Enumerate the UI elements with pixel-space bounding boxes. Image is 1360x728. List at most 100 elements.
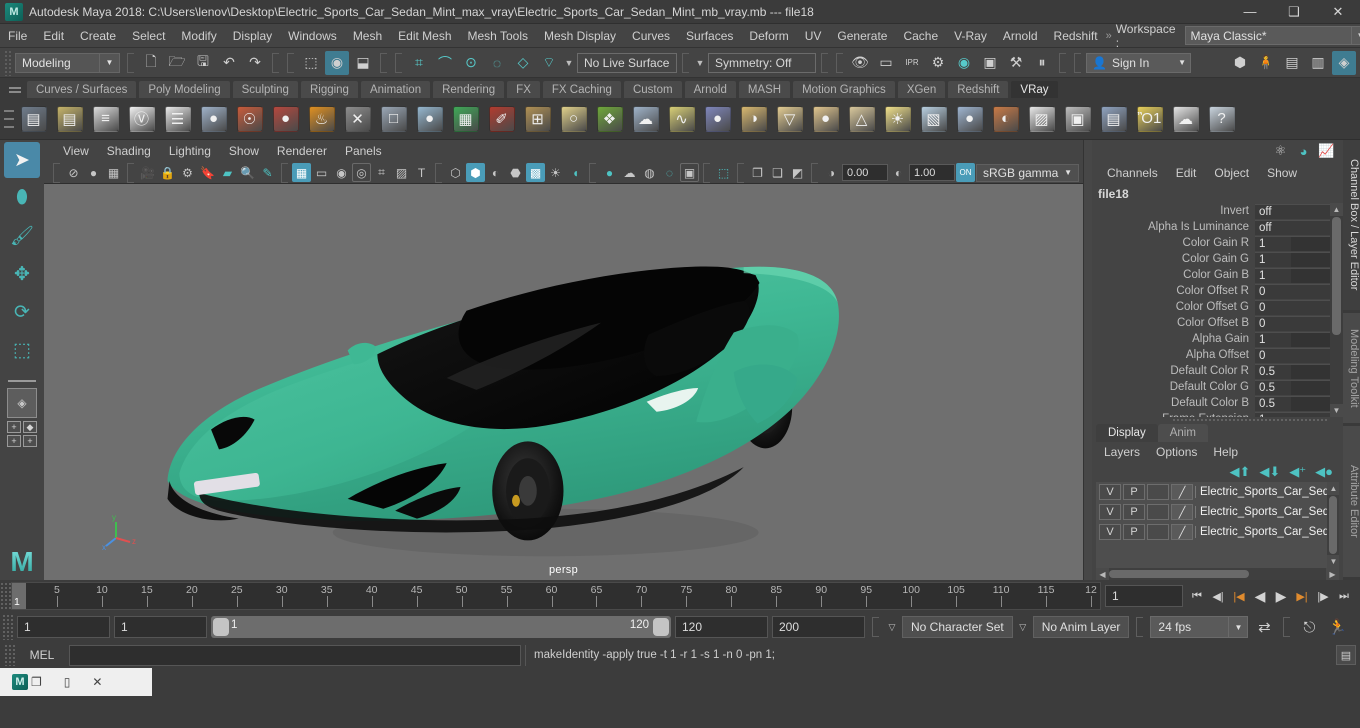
playback-speed-dropdown[interactable]: 24 fps ▼ — [1150, 616, 1248, 638]
scroll-up-icon[interactable]: ▲ — [1330, 203, 1343, 216]
menu-cache[interactable]: Cache — [895, 24, 946, 48]
playback-end-time-field[interactable]: 120 — [675, 616, 768, 638]
channel-box-row[interactable]: Color Gain G1 — [1092, 251, 1330, 267]
xray-mode-icon[interactable]: ❐ — [748, 163, 767, 182]
shelf-tab-fx-caching[interactable]: FX Caching — [542, 80, 622, 98]
layer-color-swatch[interactable]: ╱ — [1171, 484, 1193, 500]
menu-file[interactable]: File — [0, 24, 35, 48]
layer-color-swatch[interactable]: ╱ — [1171, 524, 1193, 540]
go-to-end-button[interactable]: ⏭ — [1334, 585, 1354, 607]
layout-preset-1[interactable]: + — [7, 421, 21, 433]
layer-visibility-toggle[interactable]: V — [1099, 504, 1121, 520]
menu-deform[interactable]: Deform — [741, 24, 796, 48]
move-tool[interactable]: ✥ — [4, 256, 40, 292]
channel-attribute-value[interactable]: 0.5 — [1255, 364, 1330, 379]
channel-box-menu-channels[interactable]: Channels — [1098, 162, 1167, 184]
menu-redshift[interactable]: Redshift — [1046, 24, 1106, 48]
vray-sphere-shader-icon[interactable]: ● — [952, 101, 987, 136]
shelf-tab-vray[interactable]: VRay — [1010, 80, 1058, 98]
undo-icon[interactable]: ↶ — [217, 51, 241, 75]
ipr-render-icon[interactable]: IPR — [900, 51, 924, 75]
vray-material-sphere-icon[interactable]: ● — [196, 101, 231, 136]
viewport-menu-show[interactable]: Show — [220, 140, 268, 162]
snap-to-curve-icon[interactable]: ⌒ — [433, 51, 457, 75]
image-plane-icon[interactable]: ▰ — [218, 163, 237, 182]
scroll-left-icon[interactable]: ◀ — [1096, 568, 1109, 581]
vray-globe-icon[interactable]: ● — [700, 101, 735, 136]
camera-attributes-icon[interactable]: 🎥 — [138, 163, 157, 182]
move-layer-down-icon[interactable]: ◀⬇ — [1259, 464, 1280, 480]
channel-box-scrollbar[interactable]: ▲ ▼ — [1330, 203, 1343, 417]
layer-row[interactable]: VP╱Electric_Sports_Car_Sedan_M — [1096, 482, 1327, 502]
paint-select-tool[interactable]: 🖌 — [4, 218, 40, 254]
screen-space-ao-icon[interactable]: ● — [600, 163, 619, 182]
channel-attribute-value[interactable]: 1 — [1255, 412, 1330, 418]
redo-render-icon[interactable]: ▭ — [874, 51, 898, 75]
layout-preset-2[interactable]: ◆ — [23, 421, 37, 433]
vray-sphere-light-icon[interactable]: ● — [808, 101, 843, 136]
texture-display-icon[interactable]: ▩ — [526, 163, 545, 182]
shelf-tab-rendering[interactable]: Rendering — [432, 80, 505, 98]
vray-render-settings-icon[interactable]: ☰ — [160, 101, 195, 136]
shelf-tab-motion-graphics[interactable]: Motion Graphics — [792, 80, 896, 98]
car-model-3d[interactable] — [44, 184, 1083, 580]
play-forwards-button[interactable]: ▶ — [1271, 585, 1291, 607]
scroll-thumb[interactable] — [1332, 217, 1341, 335]
new-layer-from-selected-icon[interactable]: ◀● — [1315, 464, 1333, 480]
menu-modify[interactable]: Modify — [173, 24, 224, 48]
layer-name[interactable]: Electric_Sports_Car_Sedan_M — [1195, 506, 1327, 518]
make-live-icon[interactable]: ⌔ — [537, 51, 561, 75]
gate-mask-icon[interactable]: ◎ — [352, 163, 371, 182]
menu-mesh-display[interactable]: Mesh Display — [536, 24, 624, 48]
vray-plane-icon[interactable]: □ — [376, 101, 411, 136]
time-slider-grip[interactable] — [0, 582, 11, 610]
menu-curves[interactable]: Curves — [624, 24, 678, 48]
symmetry-field[interactable]: Symmetry: Off — [708, 53, 816, 73]
minimize-button[interactable]: — — [1228, 0, 1272, 24]
channel-attribute-value[interactable]: 0 — [1255, 316, 1330, 331]
snap-to-point-icon[interactable]: ⊙ — [459, 51, 483, 75]
chevron-down-icon[interactable]: ▼ — [694, 58, 706, 68]
channel-box-row[interactable]: Default Color G0.5 — [1092, 379, 1330, 395]
command-input[interactable] — [69, 645, 521, 666]
layer-menu-help[interactable]: Help — [1205, 442, 1246, 462]
channel-box-row[interactable]: Alpha Gain1 — [1092, 331, 1330, 347]
open-scene-icon[interactable]: 🗁 — [165, 51, 189, 75]
show-hide-hud-icon[interactable]: 🧍 — [1254, 51, 1278, 75]
channel-attribute-value[interactable]: 0 — [1255, 348, 1330, 363]
layer-playback-toggle[interactable]: P — [1123, 524, 1145, 540]
channel-box-row[interactable]: Color Gain R1 — [1092, 235, 1330, 251]
vtab-channel-box-layer-editor[interactable]: Channel Box / Layer Editor — [1343, 140, 1360, 310]
gamma-field[interactable]: 1.00 — [909, 164, 955, 181]
render-current-frame-icon[interactable]: 👁 — [848, 51, 872, 75]
command-language-label[interactable]: MEL — [19, 648, 65, 662]
channel-attribute-value[interactable]: off — [1255, 204, 1330, 219]
vray-mesh-light-icon[interactable]: ✕ — [340, 101, 375, 136]
vray-render-folder-icon[interactable]: ▤ — [52, 101, 87, 136]
character-set-field[interactable]: No Character Set — [902, 616, 1013, 638]
vray-grid-tile-icon[interactable]: ⊞ — [520, 101, 555, 136]
time-slider[interactable]: 1 51015202530354045505560657075808590951… — [11, 582, 1101, 610]
exposure-field[interactable]: 0.00 — [842, 164, 888, 181]
channel-box-row[interactable]: Default Color R0.5 — [1092, 363, 1330, 379]
range-start-handle[interactable] — [213, 618, 229, 636]
camera-settings-icon[interactable]: ⚙ — [178, 163, 197, 182]
color-space-dropdown[interactable]: sRGB gamma ▼ — [976, 164, 1079, 182]
layer-menu-layers[interactable]: Layers — [1096, 442, 1148, 462]
vray-color-ramp-icon[interactable]: ◐ — [988, 101, 1023, 136]
film-gate-icon[interactable]: ▭ — [312, 163, 331, 182]
layout-preset-3[interactable]: + — [7, 435, 21, 447]
channel-box-row[interactable]: Frame Extension1 — [1092, 411, 1330, 417]
layer-row[interactable]: VP╱Electric_Sports_Car_Sedan_M — [1096, 522, 1327, 542]
shelf-grip[interactable] — [2, 101, 16, 137]
menu-mesh-tools[interactable]: Mesh Tools — [460, 24, 536, 48]
chevron-down-icon[interactable]: ▽ — [886, 622, 898, 633]
lock-camera-icon[interactable]: 🔒 — [158, 163, 177, 182]
xray-select-icon[interactable]: ⬚ — [714, 163, 733, 182]
vtab-modeling-toolkit[interactable]: Modeling Toolkit — [1343, 313, 1360, 423]
select-by-object-type-icon[interactable]: ◉ — [325, 51, 349, 75]
range-end-handle[interactable] — [653, 618, 669, 636]
multisample-icon[interactable]: ◍ — [640, 163, 659, 182]
shelf-tab-curves-surfaces[interactable]: Curves / Surfaces — [26, 80, 137, 98]
go-to-start-button[interactable]: ⏮ — [1187, 585, 1207, 607]
